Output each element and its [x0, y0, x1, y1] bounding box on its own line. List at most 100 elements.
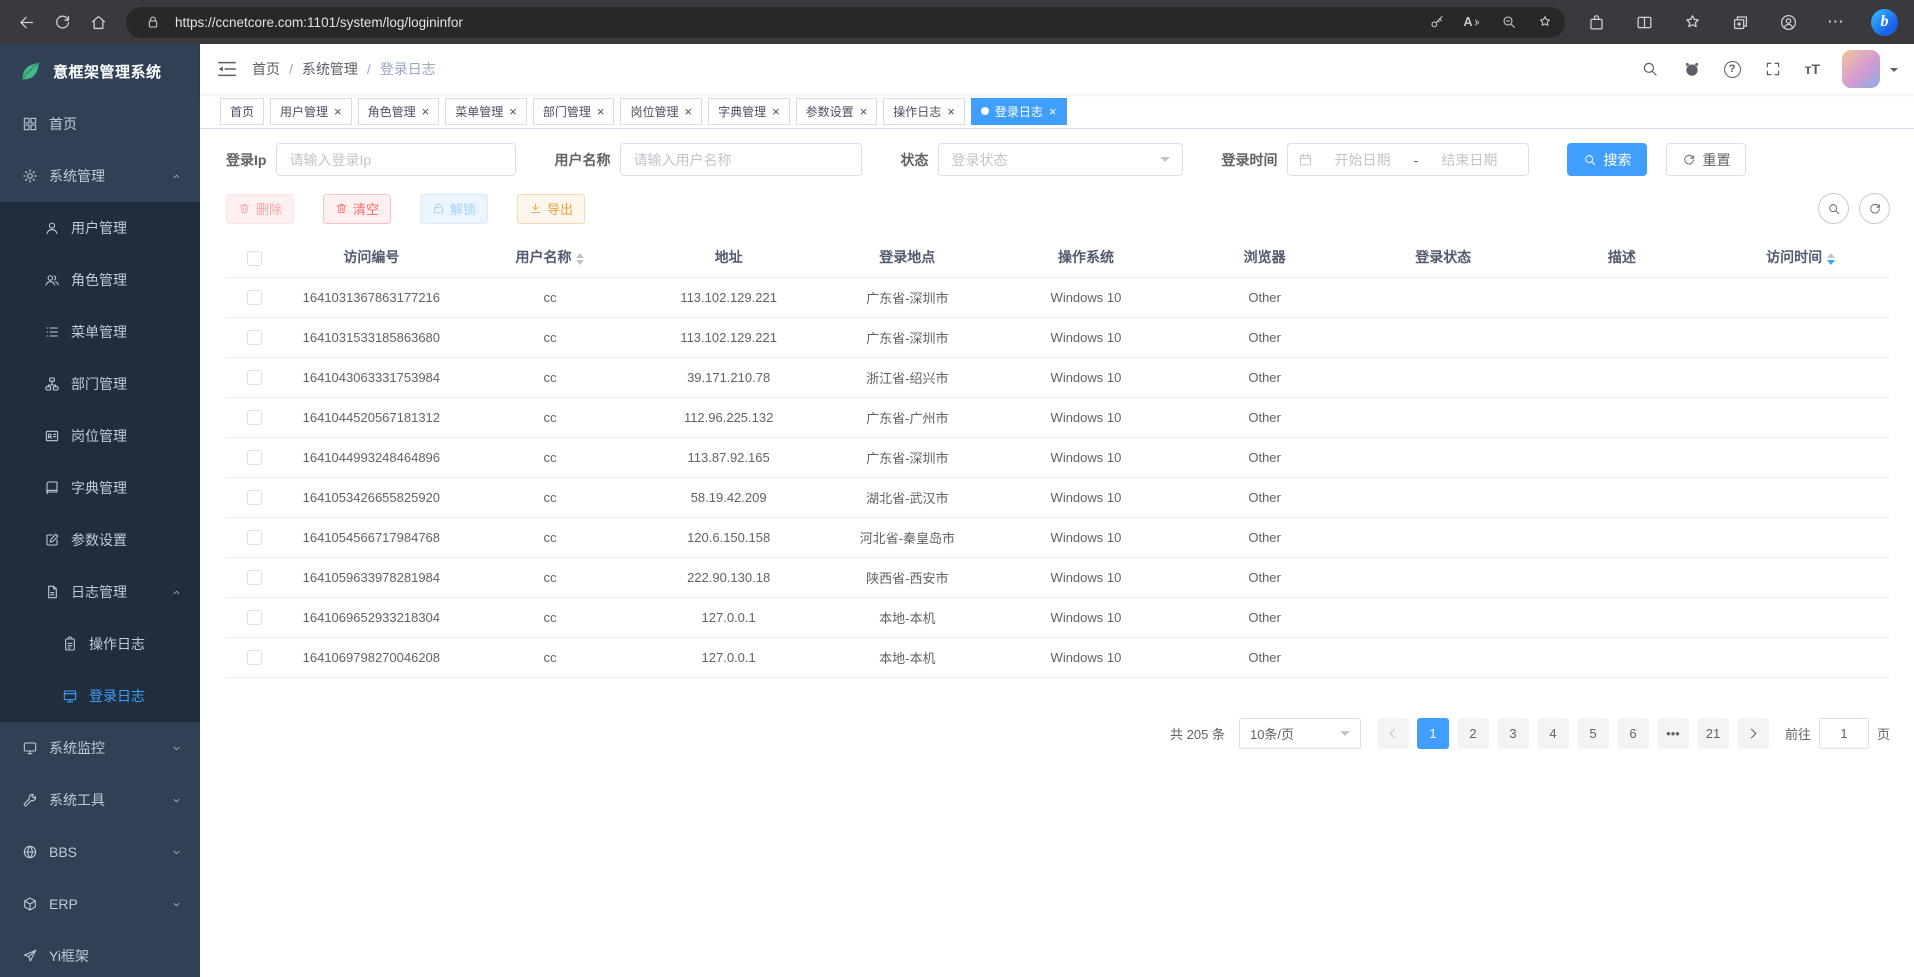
tab-close-icon[interactable]: × [509, 105, 517, 118]
sidebar-item-bbs[interactable]: BBS [0, 826, 200, 878]
search-button[interactable]: 搜索 [1567, 143, 1647, 176]
page-button[interactable]: 6 [1617, 718, 1649, 749]
favorites-button[interactable] [1679, 7, 1705, 37]
browser-profile-button[interactable] [1775, 7, 1801, 37]
row-checkbox[interactable] [247, 570, 262, 585]
user-avatar[interactable] [1842, 50, 1880, 88]
row-checkbox[interactable] [247, 290, 262, 305]
page-button[interactable]: 1 [1417, 718, 1449, 749]
user-name-input[interactable] [620, 143, 862, 176]
add-favorite-button[interactable] [1531, 9, 1559, 35]
sidebar-item-log-management[interactable]: 日志管理 [0, 566, 200, 618]
zoom-button[interactable] [1495, 9, 1523, 35]
next-page-button[interactable] [1737, 718, 1769, 749]
split-screen-button[interactable] [1631, 7, 1657, 37]
header-address[interactable]: 地址 [639, 238, 818, 277]
row-checkbox[interactable] [247, 370, 262, 385]
page-button[interactable]: 3 [1497, 718, 1529, 749]
extensions-button[interactable] [1583, 7, 1609, 37]
select-all-checkbox[interactable] [247, 251, 262, 266]
delete-button[interactable]: 删除 [226, 194, 294, 224]
browser-back-button[interactable] [8, 4, 44, 40]
sidebar-item-home[interactable]: 首页 [0, 98, 200, 150]
prev-page-button[interactable] [1377, 718, 1409, 749]
row-checkbox[interactable] [247, 490, 262, 505]
row-checkbox[interactable] [247, 610, 262, 625]
status-select[interactable]: 登录状态 [938, 143, 1183, 176]
sidebar-item-post-management[interactable]: 岗位管理 [0, 410, 200, 462]
header-user-name[interactable]: 用户名称 [461, 238, 640, 277]
tab-login-log[interactable]: 登录日志 × [971, 98, 1067, 125]
goto-page-input[interactable] [1819, 718, 1869, 749]
header-login-status[interactable]: 登录状态 [1354, 238, 1533, 277]
url-text[interactable]: https://ccnetcore.com:1101/system/log/lo… [175, 15, 1415, 30]
sidebar-item-role-management[interactable]: 角色管理 [0, 254, 200, 306]
header-browser[interactable]: 浏览器 [1175, 238, 1354, 277]
browser-settings-button[interactable]: ⋯ [1823, 7, 1849, 37]
reset-button[interactable]: 重置 [1666, 143, 1746, 176]
help-button[interactable]: ? [1724, 61, 1741, 78]
row-checkbox[interactable] [247, 410, 262, 425]
read-aloud-button[interactable]: A [1459, 9, 1487, 35]
row-checkbox[interactable] [247, 450, 262, 465]
sidebar-item-param-settings[interactable]: 参数设置 [0, 514, 200, 566]
tab-close-icon[interactable]: × [772, 105, 780, 118]
collections-button[interactable] [1727, 7, 1753, 37]
site-security-icon[interactable] [139, 9, 167, 35]
unlock-button[interactable]: 解锁 [420, 194, 488, 224]
browser-refresh-button[interactable] [44, 4, 80, 40]
tab-department-management[interactable]: 部门管理 × [533, 98, 615, 125]
tab-close-icon[interactable]: × [947, 105, 955, 118]
sidebar-item-erp[interactable]: ERP [0, 878, 200, 930]
row-checkbox[interactable] [247, 530, 262, 545]
header-visit-id[interactable]: 访问编号 [282, 238, 461, 277]
header-visit-time[interactable]: 访问时间 [1711, 238, 1890, 277]
login-time-range-picker[interactable]: 开始日期 - 结束日期 [1287, 143, 1529, 176]
tab-menu-management[interactable]: 菜单管理 × [445, 98, 527, 125]
sidebar-item-operation-log[interactable]: 操作日志 [0, 618, 200, 670]
sidebar-item-user-management[interactable]: 用户管理 [0, 202, 200, 254]
page-button[interactable]: 2 [1457, 718, 1489, 749]
fullscreen-button[interactable] [1763, 59, 1783, 79]
page-button[interactable]: 5 [1577, 718, 1609, 749]
sidebar-item-menu-management[interactable]: 菜单管理 [0, 306, 200, 358]
tab-close-icon[interactable]: × [860, 105, 868, 118]
tab-close-icon[interactable]: × [1049, 105, 1057, 118]
page-size-select[interactable]: 10条/页 [1239, 718, 1361, 749]
page-button[interactable]: 21 [1697, 718, 1729, 749]
pager-ellipsis-button[interactable]: ••• [1657, 718, 1689, 749]
sidebar-item-yi-framework[interactable]: Yi框架 [0, 930, 200, 977]
tab-dict-management[interactable]: 字典管理 × [708, 98, 790, 125]
browser-home-button[interactable] [80, 4, 116, 40]
address-bar[interactable]: https://ccnetcore.com:1101/system/log/lo… [126, 7, 1565, 38]
tab-close-icon[interactable]: × [597, 105, 605, 118]
app-logo[interactable]: 意框架管理系统 [0, 44, 200, 98]
tab-param-settings[interactable]: 参数设置 × [796, 98, 878, 125]
tab-close-icon[interactable]: × [684, 105, 692, 118]
tab-close-icon[interactable]: × [334, 105, 342, 118]
header-os[interactable]: 操作系统 [997, 238, 1176, 277]
tab-operation-log[interactable]: 操作日志 × [883, 98, 965, 125]
sidebar-item-system-tools[interactable]: 系统工具 [0, 774, 200, 826]
tab-close-icon[interactable]: × [422, 105, 430, 118]
row-checkbox[interactable] [247, 330, 262, 345]
toggle-search-button[interactable] [1818, 193, 1849, 224]
refresh-table-button[interactable] [1859, 193, 1890, 224]
sort-carets[interactable] [1827, 253, 1835, 265]
tab-home[interactable]: 首页 [220, 98, 264, 125]
login-ip-input[interactable] [276, 143, 516, 176]
header-search-button[interactable] [1640, 59, 1660, 79]
sort-carets[interactable] [576, 253, 584, 265]
sidebar-item-dict-management[interactable]: 字典管理 [0, 462, 200, 514]
page-button[interactable]: 4 [1537, 718, 1569, 749]
tab-post-management[interactable]: 岗位管理 × [620, 98, 702, 125]
breadcrumb-home[interactable]: 首页 [252, 59, 280, 79]
sidebar-item-login-log[interactable]: 登录日志 [0, 670, 200, 722]
github-link[interactable] [1682, 59, 1702, 79]
header-description[interactable]: 描述 [1533, 238, 1712, 277]
breadcrumb-system-management[interactable]: 系统管理 [302, 59, 358, 79]
tab-user-management[interactable]: 用户管理 × [270, 98, 352, 125]
export-button[interactable]: 导出 [517, 194, 585, 224]
copilot-button[interactable]: b [1871, 9, 1898, 36]
sidebar-item-system-management[interactable]: 系统管理 [0, 150, 200, 202]
